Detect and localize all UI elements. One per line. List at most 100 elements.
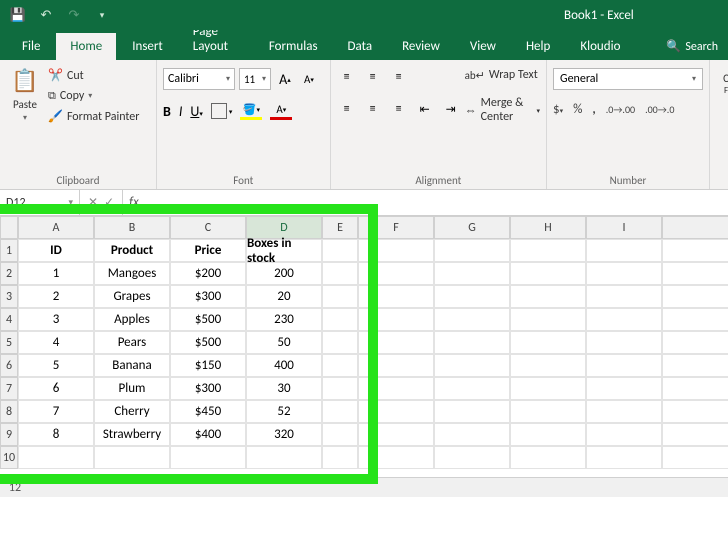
fill-color-button[interactable]: 🪣▾ [240,102,262,120]
cell-undefined6[interactable] [662,354,728,377]
row-header-9[interactable]: 9 [0,423,18,446]
cell-D8[interactable]: 52 [246,400,322,423]
increase-font-icon[interactable]: A▴ [275,69,295,89]
cell-undefined8[interactable] [662,400,728,423]
font-name-dropdown[interactable]: Calibri▾ [163,68,235,90]
column-header-H[interactable]: H [510,216,586,239]
row-header-6[interactable]: 6 [0,354,18,377]
cell-F9[interactable] [358,423,434,446]
decrease-decimal-button[interactable]: .00→.0 [645,103,674,116]
paste-dropdown-icon[interactable]: ▾ [23,113,27,123]
conditional-fmt-icon[interactable]: C [723,72,728,85]
paste-button[interactable]: Paste [13,98,37,111]
cell-H10[interactable] [510,446,586,469]
merge-center-button[interactable]: ⇔Merge & Center▾ [465,88,540,124]
cell-undefined5[interactable] [662,331,728,354]
cell-G8[interactable] [434,400,510,423]
increase-indent-icon[interactable]: ⇥ [441,100,461,118]
percent-format-button[interactable]: % [573,102,582,117]
cell-D4[interactable]: 230 [246,308,322,331]
cell-B2[interactable]: Mangoes [94,262,170,285]
cell-H8[interactable] [510,400,586,423]
tab-review[interactable]: Review [388,33,454,60]
cell-D7[interactable]: 30 [246,377,322,400]
cell-D2[interactable]: 200 [246,262,322,285]
cell-F6[interactable] [358,354,434,377]
cell-I4[interactable] [586,308,662,331]
row-header-7[interactable]: 7 [0,377,18,400]
cell-C9[interactable]: $400 [170,423,246,446]
cell-A10[interactable] [18,446,94,469]
cell-G4[interactable] [434,308,510,331]
cell-H4[interactable] [510,308,586,331]
row-header-12[interactable]: 12 [6,481,24,495]
cell-undefined4[interactable] [662,308,728,331]
cell-I2[interactable] [586,262,662,285]
column-header-I[interactable]: I [586,216,662,239]
bold-button[interactable]: B [163,103,171,120]
cell-undefined10[interactable] [662,446,728,469]
cell-C7[interactable]: $300 [170,377,246,400]
cell-E1[interactable] [322,239,358,262]
format-painter-button[interactable]: 🖌️Format Painter [48,109,139,124]
align-top-icon[interactable]: ≡ [337,68,357,86]
cell-F5[interactable] [358,331,434,354]
cell-H3[interactable] [510,285,586,308]
cell-I9[interactable] [586,423,662,446]
column-header-E[interactable]: E [322,216,358,239]
cell-D10[interactable] [246,446,322,469]
tab-home[interactable]: Home [56,33,116,60]
select-all-corner[interactable] [0,216,18,239]
cell-A8[interactable]: 7 [18,400,94,423]
accounting-format-button[interactable]: $▾ [553,102,563,117]
cell-A5[interactable]: 4 [18,331,94,354]
cell-D9[interactable]: 320 [246,423,322,446]
italic-button[interactable]: I [179,103,183,120]
name-box[interactable]: D12▾ [0,190,80,215]
cell-B10[interactable] [94,446,170,469]
tab-view[interactable]: View [456,33,510,60]
underline-button[interactable]: U▾ [190,103,203,120]
align-middle-icon[interactable]: ≡ [363,68,383,86]
cell-D6[interactable]: 400 [246,354,322,377]
cell-F1[interactable] [358,239,434,262]
cell-I8[interactable] [586,400,662,423]
cell-B9[interactable]: Strawberry [94,423,170,446]
cell-E6[interactable] [322,354,358,377]
column-header-G[interactable]: G [434,216,510,239]
tab-insert[interactable]: Insert [118,33,177,60]
cell-undefined2[interactable] [662,262,728,285]
cell-E7[interactable] [322,377,358,400]
column-header-C[interactable]: C [170,216,246,239]
cell-I3[interactable] [586,285,662,308]
cell-E2[interactable] [322,262,358,285]
cell-I10[interactable] [586,446,662,469]
cut-button[interactable]: ✂️Cut [48,68,139,83]
cell-E5[interactable] [322,331,358,354]
column-header-last[interactable] [662,216,728,239]
align-left-icon[interactable]: ≡ [337,100,357,118]
cell-A7[interactable]: 6 [18,377,94,400]
cell-undefined3[interactable] [662,285,728,308]
cell-F8[interactable] [358,400,434,423]
cell-undefined1[interactable] [662,239,728,262]
cell-H6[interactable] [510,354,586,377]
cell-B6[interactable]: Banana [94,354,170,377]
comma-format-button[interactable]: , [592,102,595,117]
cell-F7[interactable] [358,377,434,400]
align-right-icon[interactable]: ≡ [389,100,409,118]
cell-I7[interactable] [586,377,662,400]
cell-E4[interactable] [322,308,358,331]
border-button[interactable]: ▾ [211,103,233,119]
cell-A3[interactable]: 2 [18,285,94,308]
cell-G3[interactable] [434,285,510,308]
cell-G10[interactable] [434,446,510,469]
cell-H9[interactable] [510,423,586,446]
row-header-5[interactable]: 5 [0,331,18,354]
cell-E3[interactable] [322,285,358,308]
cell-B7[interactable]: Plum [94,377,170,400]
cell-I5[interactable] [586,331,662,354]
tab-file[interactable]: File [8,33,54,60]
cancel-formula-icon[interactable]: ✕ [88,195,98,210]
cell-G7[interactable] [434,377,510,400]
